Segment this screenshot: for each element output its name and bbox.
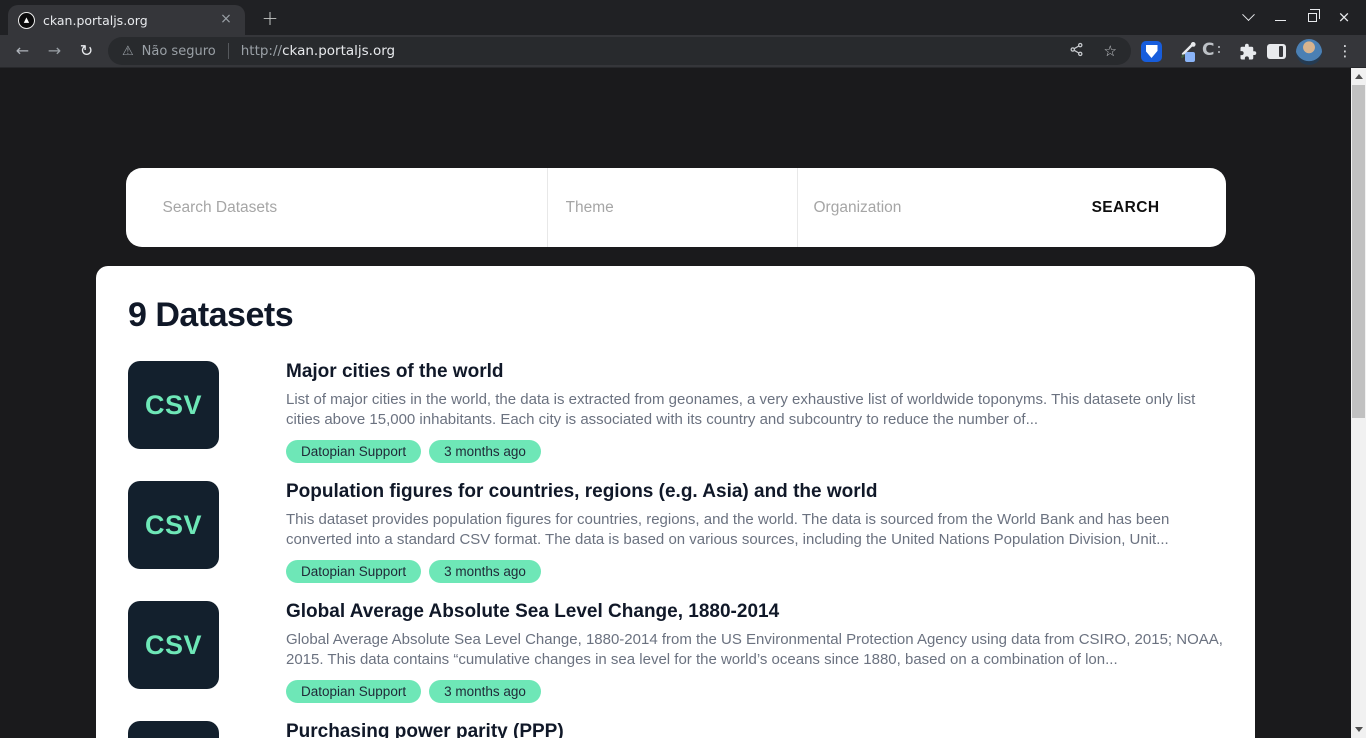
minimize-icon bbox=[1275, 20, 1286, 21]
dataset-description: List of major cities in the world, the d… bbox=[286, 390, 1223, 430]
scrollbar-thumb[interactable] bbox=[1352, 85, 1365, 418]
window-minimize-button[interactable] bbox=[1264, 0, 1296, 35]
theme-input[interactable] bbox=[566, 199, 785, 217]
back-button[interactable]: ← bbox=[9, 38, 36, 65]
csv-format-icon: CSV bbox=[128, 481, 219, 569]
browser-menu-icon[interactable]: ⋮ bbox=[1332, 39, 1358, 65]
chevron-down-icon bbox=[1242, 8, 1255, 21]
security-label[interactable]: Não seguro bbox=[142, 44, 216, 59]
csv-format-icon: CSV bbox=[128, 361, 219, 449]
browser-tab[interactable]: ▲ ckan.portaljs.org × bbox=[8, 5, 245, 35]
new-tab-button[interactable]: + bbox=[258, 7, 282, 31]
window-restore-button[interactable] bbox=[1296, 0, 1328, 35]
eyedropper-extension-icon[interactable] bbox=[1176, 35, 1200, 68]
dataset-item: CSV Major cities of the world List of ma… bbox=[128, 361, 1223, 463]
url-host: ckan.portaljs.org bbox=[282, 43, 395, 59]
side-panel-icon[interactable] bbox=[1267, 44, 1286, 59]
shield-icon bbox=[1146, 45, 1158, 58]
datasets-card: 9 Datasets CSV Major cities of the world… bbox=[96, 266, 1255, 738]
dataset-item: CSV Purchasing power parity (PPP) bbox=[128, 721, 1223, 738]
search-button[interactable]: SEARCH bbox=[1026, 168, 1226, 247]
restore-icon bbox=[1308, 13, 1317, 22]
profile-avatar[interactable] bbox=[1296, 39, 1322, 65]
colorzilla-letter: C bbox=[1202, 40, 1214, 60]
dataset-search-bar: SEARCH bbox=[126, 168, 1226, 247]
updated-badge[interactable]: 3 months ago bbox=[429, 680, 541, 703]
dataset-item: CSV Global Average Absolute Sea Level Ch… bbox=[128, 601, 1223, 703]
address-bar[interactable]: ⚠ Não seguro http:// ckan.portaljs.org ☆ bbox=[108, 37, 1131, 65]
organization-input[interactable] bbox=[814, 199, 1026, 217]
scrollbar[interactable] bbox=[1351, 68, 1366, 738]
window-controls: × bbox=[1232, 0, 1360, 35]
scroll-down-arrow[interactable] bbox=[1351, 721, 1366, 738]
dataset-title-link[interactable]: Major cities of the world bbox=[286, 361, 1223, 383]
share-icon[interactable] bbox=[1069, 42, 1084, 61]
tab-close-icon[interactable]: × bbox=[217, 11, 235, 29]
extensions-puzzle-icon[interactable] bbox=[1236, 35, 1260, 68]
colorzilla-dots bbox=[1218, 46, 1220, 48]
dataset-title-link[interactable]: Population figures for countries, region… bbox=[286, 481, 1223, 503]
dataset-title-link[interactable]: Global Average Absolute Sea Level Change… bbox=[286, 601, 1223, 623]
colorzilla-extension-icon[interactable]: C bbox=[1202, 40, 1214, 60]
dataset-item: CSV Population figures for countries, re… bbox=[128, 481, 1223, 583]
datasets-count-heading: 9 Datasets bbox=[128, 296, 1223, 335]
browser-toolbar: ← → ↻ ⚠ Não seguro http:// ckan.portaljs… bbox=[0, 35, 1366, 68]
triangle-up-icon bbox=[1355, 74, 1363, 79]
triangle-down-icon bbox=[1355, 727, 1363, 732]
page-viewport: SEARCH 9 Datasets CSV Major cities of th… bbox=[0, 68, 1366, 738]
updated-badge[interactable]: 3 months ago bbox=[429, 440, 541, 463]
bookmark-star-icon[interactable]: ☆ bbox=[1104, 42, 1117, 60]
csv-format-icon: CSV bbox=[128, 721, 219, 738]
scroll-up-arrow[interactable] bbox=[1351, 68, 1366, 85]
csv-format-icon: CSV bbox=[128, 601, 219, 689]
reload-button[interactable]: ↻ bbox=[73, 38, 100, 65]
omnibox-divider bbox=[228, 43, 229, 59]
organization-badge[interactable]: Datopian Support bbox=[286, 680, 421, 703]
not-secure-warning-icon: ⚠ bbox=[122, 44, 134, 59]
organization-badge[interactable]: Datopian Support bbox=[286, 560, 421, 583]
dataset-description: Global Average Absolute Sea Level Change… bbox=[286, 630, 1223, 670]
site-favicon-icon: ▲ bbox=[18, 12, 35, 29]
tab-search-chevron-icon[interactable] bbox=[1232, 0, 1264, 35]
tab-title: ckan.portaljs.org bbox=[43, 13, 217, 28]
organization-badge[interactable]: Datopian Support bbox=[286, 440, 421, 463]
dataset-title-link[interactable]: Purchasing power parity (PPP) bbox=[286, 721, 1223, 738]
window-close-button[interactable]: × bbox=[1328, 0, 1360, 35]
bitwarden-extension-icon[interactable] bbox=[1141, 41, 1162, 62]
url-scheme: http:// bbox=[241, 43, 282, 59]
search-datasets-input[interactable] bbox=[163, 199, 531, 217]
dataset-description: This dataset provides population figures… bbox=[286, 510, 1223, 550]
forward-button[interactable]: → bbox=[41, 38, 68, 65]
updated-badge[interactable]: 3 months ago bbox=[429, 560, 541, 583]
browser-titlebar: ▲ ckan.portaljs.org × + × bbox=[0, 0, 1366, 35]
